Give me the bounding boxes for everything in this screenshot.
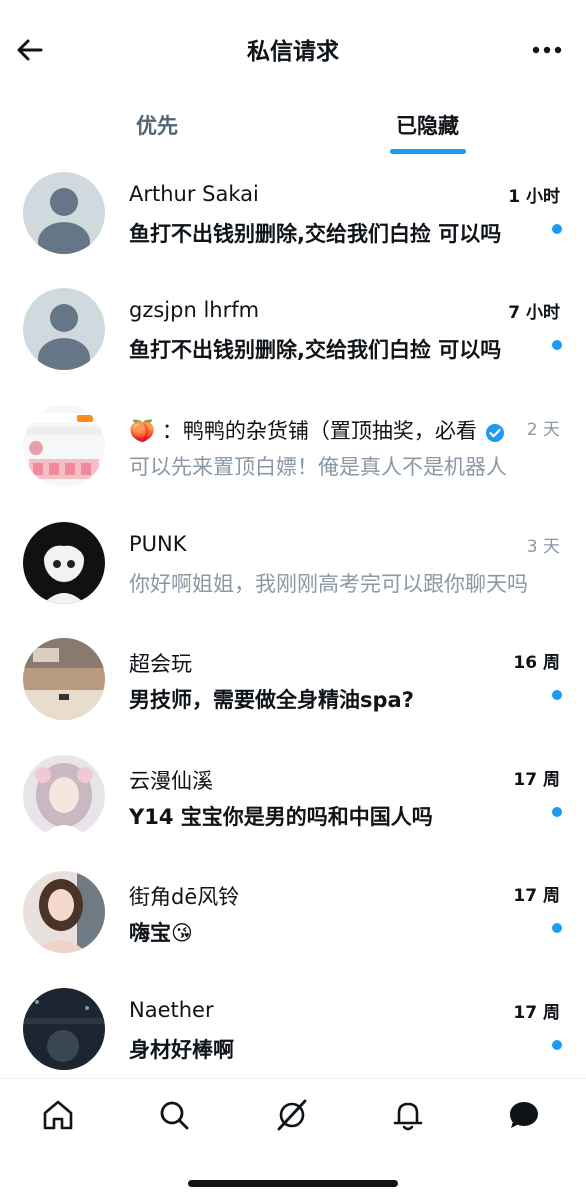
page-title: 私信请求 [247, 39, 339, 65]
sender-name: 街角dē风铃 [129, 885, 240, 909]
timestamp: 7 小时 [508, 303, 560, 323]
unread-dot [552, 690, 562, 700]
tab-hidden[interactable]: 已隐藏 [396, 110, 459, 140]
unread-dot [552, 923, 562, 933]
unread-dot [552, 807, 562, 817]
message-preview: 身材好棒啊 [129, 1038, 234, 1062]
sender-name: Naether [129, 998, 214, 1022]
sender-name: Arthur Sakai [129, 182, 259, 206]
conversation-row[interactable]: gzsjpn lhrfm 7 小时 鱼打不出钱别删除,交给我们白捡 可以吗 [0, 274, 586, 390]
message-preview: 你好啊姐姐，我刚刚高考完可以跟你聊天吗 [129, 572, 528, 596]
bell-icon[interactable] [390, 1097, 426, 1133]
timestamp: 17 周 [513, 1003, 560, 1023]
unread-dot [552, 224, 562, 234]
tab-priority[interactable]: 优先 [136, 110, 178, 140]
message-preview: 鱼打不出钱别删除,交给我们白捡 可以吗 [129, 338, 502, 362]
timestamp: 17 周 [513, 770, 560, 790]
message-preview: 嗨宝😘 [129, 921, 193, 945]
room-photo-avatar [23, 638, 105, 720]
timestamp: 2 天 [526, 420, 560, 440]
message-preview: 男技师，需要做全身精油spa? [129, 688, 414, 712]
home-indicator [188, 1180, 398, 1187]
sender-name: gzsjpn lhrfm [129, 298, 260, 322]
timestamp: 1 小时 [508, 187, 560, 207]
active-tab-indicator [390, 149, 466, 154]
unread-dot [552, 1040, 562, 1050]
sender-name: PUNK [129, 532, 187, 556]
sender-name: 🍑 ：鸭鸭的杂货铺（置顶抽奖，必看 [129, 415, 505, 445]
sender-name: 云漫仙溪 [129, 769, 213, 793]
search-icon[interactable] [156, 1097, 192, 1133]
message-preview: 可以先来置顶白嫖！俺是真人不是机器人 [129, 455, 507, 479]
girl-photo-avatar [23, 755, 105, 837]
timestamp: 3 天 [526, 537, 560, 557]
conversation-row[interactable]: 街角dē风铃 17 周 嗨宝😘 [0, 857, 586, 973]
shop-avatar [23, 405, 105, 487]
conversation-row[interactable]: Arthur Sakai 1 小时 鱼打不出钱别删除,交给我们白捡 可以吗 [0, 158, 586, 274]
default-avatar [23, 288, 105, 370]
sender-name: 超会玩 [129, 652, 192, 676]
sender-name-text: 🍑 ：鸭鸭的杂货铺（置顶抽奖，必看 [129, 419, 477, 443]
conversation-row[interactable]: 云漫仙溪 17 周 Y14 宝宝你是男的吗和中国人吗 [0, 741, 586, 857]
conversation-row[interactable]: 🍑 ：鸭鸭的杂货铺（置顶抽奖，必看 2 天 可以先来置顶白嫖！俺是真人不是机器人 [0, 391, 586, 507]
timestamp: 16 周 [513, 653, 560, 673]
grok-icon[interactable] [274, 1097, 310, 1133]
message-preview: Y14 宝宝你是男的吗和中国人吗 [129, 805, 433, 829]
punk-avatar [23, 522, 105, 604]
conversation-row[interactable]: Naether 17 周 身材好棒啊 [0, 974, 586, 1090]
tab-bar: 优先 已隐藏 [0, 100, 586, 156]
messages-icon[interactable] [506, 1097, 542, 1133]
home-icon[interactable] [40, 1097, 76, 1133]
default-avatar [23, 172, 105, 254]
conversation-row[interactable]: 超会玩 16 周 男技师，需要做全身精油spa? [0, 624, 586, 740]
woman-photo-avatar [23, 871, 105, 953]
conversation-row[interactable]: PUNK 3 天 你好啊姐姐，我刚刚高考完可以跟你聊天吗 [0, 508, 586, 624]
timestamp: 17 周 [513, 886, 560, 906]
more-horizontal-icon[interactable] [532, 38, 562, 62]
message-preview: 鱼打不出钱别删除,交给我们白捡 可以吗 [129, 222, 502, 246]
verified-badge-icon [485, 424, 504, 442]
top-bar: 私信请求 [0, 0, 586, 100]
unread-dot [552, 340, 562, 350]
night-scene-avatar [23, 988, 105, 1070]
